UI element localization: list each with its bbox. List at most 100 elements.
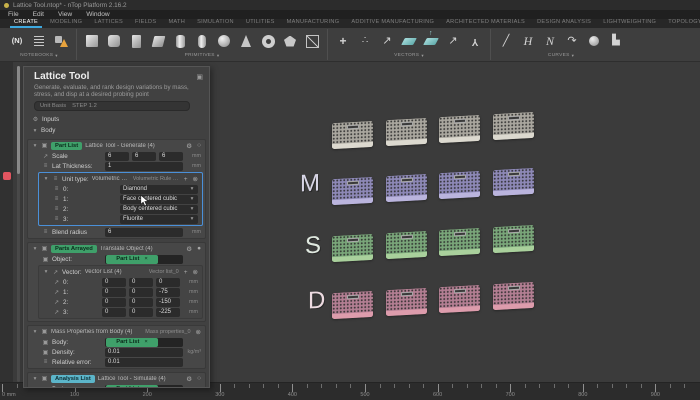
tab-topology-optimization[interactable]: TOPOLOGY OPTIMIZATION — [664, 19, 700, 28]
menu-edit[interactable]: Edit — [33, 11, 44, 18]
remove-reference-icon[interactable]: × — [144, 255, 147, 264]
chevron-down-icon[interactable]: ▾ — [43, 269, 49, 275]
lattice-part[interactable] — [493, 225, 534, 253]
polygon-icon[interactable] — [282, 33, 298, 49]
analysis-body-field[interactable]: Part List × — [105, 385, 183, 389]
visibility-toggle-icon[interactable]: ○ — [197, 142, 201, 149]
gear-icon[interactable]: ⚙ — [186, 245, 192, 253]
parts-arrayed-chip[interactable]: Parts Arrayed — [51, 245, 97, 254]
vector-x-field[interactable]: 0 — [102, 308, 126, 317]
blend-radius-field[interactable]: 6 — [105, 228, 183, 237]
unit-type-select-3[interactable]: Fluorite ▾ — [120, 215, 198, 224]
tab-lattices[interactable]: LATTICES — [90, 19, 127, 28]
remove-icon[interactable]: ⊗ — [193, 175, 198, 183]
vector-header[interactable]: ▾ ↗ Vector: Vector List (4) Vector list_… — [39, 267, 202, 277]
tab-architected-materials[interactable]: ARCHITECTED MATERIALS — [442, 19, 529, 28]
menu-view[interactable]: View — [58, 11, 72, 18]
vector-z-field[interactable]: -150 — [156, 298, 180, 307]
sphere-icon[interactable] — [216, 33, 232, 49]
corner-icon[interactable]: ▙ — [608, 33, 624, 49]
notebook-file-field[interactable]: Unit Basis STEP 1.2 — [34, 101, 190, 111]
lattice-part[interactable] — [332, 121, 373, 149]
body-row[interactable]: ▾ Body — [24, 125, 209, 136]
lattice-part[interactable] — [386, 231, 427, 259]
arc-icon[interactable]: ↷ — [564, 33, 580, 49]
panel-menu-icon[interactable]: ▣ — [196, 73, 203, 81]
shapes-icon[interactable] — [53, 33, 69, 49]
vector-x-field[interactable]: 0 — [102, 298, 126, 307]
double-arrow-icon[interactable]: ↗ — [445, 33, 461, 49]
tab-create[interactable]: CREATE — [10, 19, 42, 28]
remove-reference-icon[interactable]: × — [144, 338, 147, 347]
lat-thickness-field[interactable]: 1 — [105, 162, 183, 171]
part-list-reference-chip[interactable]: Part List × — [106, 255, 158, 264]
lattice-part[interactable] — [439, 171, 480, 199]
tab-utilities[interactable]: UTILITIES — [242, 19, 279, 28]
box-rounded-icon[interactable] — [106, 33, 122, 49]
axes-icon[interactable]: Y — [467, 33, 483, 49]
plane-normal-icon[interactable] — [423, 33, 439, 49]
list-icon[interactable] — [31, 33, 47, 49]
unit-type-select-0[interactable]: Diamond ▾ — [120, 185, 198, 194]
chevron-down-icon[interactable]: ▾ — [32, 143, 38, 149]
wireframe-box-icon[interactable] — [304, 33, 320, 49]
lattice-part[interactable] — [493, 112, 534, 140]
mass-properties-section-header[interactable]: ▾ ▣ Mass Properties from Body (4) Mass p… — [28, 326, 205, 337]
visibility-toggle-icon[interactable]: ○ — [197, 375, 201, 382]
inputs-row[interactable]: ⚙ Inputs — [24, 114, 209, 125]
plane-icon[interactable] — [401, 33, 417, 49]
lattice-part[interactable] — [439, 285, 480, 313]
tab-math[interactable]: MATH — [164, 19, 189, 28]
lattice-part[interactable] — [386, 288, 427, 316]
mass-body-field[interactable]: Part List × — [105, 338, 183, 348]
sphere-small-icon[interactable] — [586, 33, 602, 49]
menu-window[interactable]: Window — [86, 11, 109, 18]
part-list-reference-chip[interactable]: Part List × — [106, 385, 158, 388]
line-icon[interactable]: ╱ — [498, 33, 514, 49]
sheared-box-icon[interactable] — [150, 33, 166, 49]
remove-icon[interactable]: ⊗ — [193, 268, 198, 276]
vector-x-field[interactable]: 0 — [102, 278, 126, 287]
lattice-part[interactable] — [386, 174, 427, 202]
vector-y-field[interactable]: 0 — [129, 298, 153, 307]
capsule-icon[interactable] — [194, 33, 210, 49]
vector-y-field[interactable]: 0 — [129, 278, 153, 287]
add-icon[interactable]: + — [184, 269, 188, 276]
lattice-part[interactable] — [332, 291, 373, 319]
vector-z-field[interactable]: 0 — [156, 278, 180, 287]
point-cloud-icon[interactable]: ∴ — [357, 33, 373, 49]
part-list-reference-chip[interactable]: Part List × — [106, 338, 158, 347]
tab-additive-manufacturing[interactable]: ADDITIVE MANUFACTURING — [347, 19, 438, 28]
vector-x-field[interactable]: 0 — [102, 288, 126, 297]
tab-design-analysis[interactable]: DESIGN ANALYSIS — [533, 19, 595, 28]
tab-manufacturing[interactable]: MANUFACTURING — [283, 19, 344, 28]
unit-type-header[interactable]: ▾ ≡ Unit type: Volumetric Rule List (4) … — [39, 174, 202, 184]
scale-y-field[interactable]: 6 — [132, 152, 156, 161]
density-field[interactable]: 0.01 — [105, 348, 183, 357]
chevron-down-icon[interactable]: ▾ — [32, 246, 38, 252]
menu-file[interactable]: File — [8, 11, 19, 18]
gear-icon[interactable]: ⚙ — [186, 142, 192, 150]
object-field[interactable]: Part List × — [105, 255, 183, 265]
scale-z-field[interactable]: 6 — [159, 152, 183, 161]
cylinder-icon[interactable] — [172, 33, 188, 49]
parts-arrayed-section-header[interactable]: ▾ ▣ Parts Arrayed Translate Object (4) ⚙… — [28, 243, 205, 254]
lattice-part[interactable] — [439, 228, 480, 256]
ntop-logo-icon[interactable]: (N) — [9, 33, 25, 49]
unit-type-select-2[interactable]: Body centered cubic ▾ — [120, 205, 198, 214]
chevron-down-icon[interactable]: ▾ — [43, 176, 49, 182]
visibility-toggle-icon[interactable]: ● — [197, 245, 201, 252]
lattice-part[interactable] — [332, 177, 373, 205]
vector-y-field[interactable]: 0 — [129, 308, 153, 317]
arrow-icon[interactable]: ↗ — [379, 33, 395, 49]
panel-scrollbar-thumb[interactable] — [17, 66, 20, 174]
lattice-part[interactable] — [493, 282, 534, 310]
remove-icon[interactable]: ⊗ — [196, 328, 201, 336]
analysis-list-chip[interactable]: Analysis List — [51, 375, 95, 384]
tab-fields[interactable]: FIELDS — [131, 19, 160, 28]
relative-error-field[interactable]: 0.01 — [105, 358, 183, 367]
vector-y-field[interactable]: 0 — [129, 288, 153, 297]
unit-type-select-1[interactable]: Face centered cubic ▾ — [120, 195, 198, 204]
lattice-part[interactable] — [493, 168, 534, 196]
cone-icon[interactable] — [238, 33, 254, 49]
